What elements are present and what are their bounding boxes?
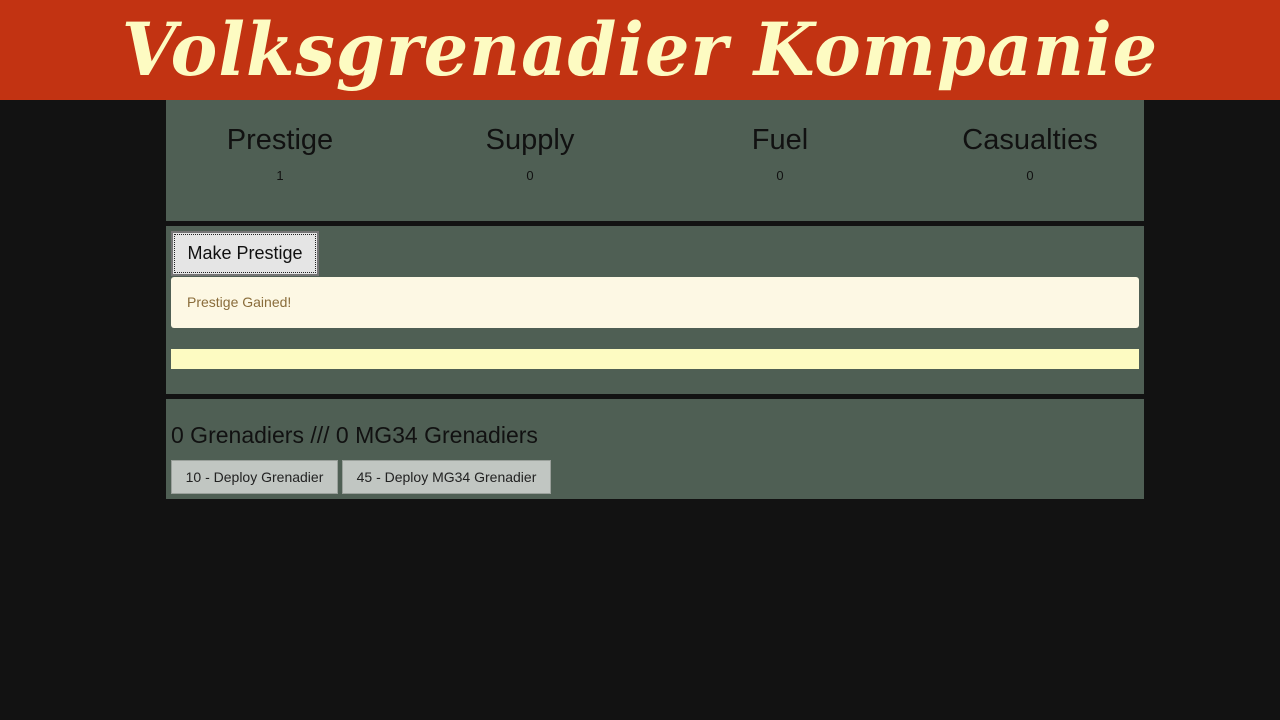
prestige-progress-fill <box>171 349 1139 369</box>
units-panel: 0 Grenadiers /// 0 MG34 Grenadiers 10 - … <box>166 399 1144 499</box>
prestige-alert: Prestige Gained! <box>171 277 1139 328</box>
actions-panel: Make Prestige Prestige Gained! <box>166 226 1144 394</box>
stat-casualties-value: 0 <box>1026 168 1034 183</box>
prestige-progress-bar <box>171 349 1139 369</box>
stat-prestige-label: Prestige <box>226 124 334 156</box>
stat-casualties: Casualties 0 <box>905 122 1155 183</box>
stat-supply: Supply 0 <box>405 122 655 183</box>
make-prestige-button[interactable]: Make Prestige <box>171 231 319 276</box>
app-title: Volksgrenadier Kompanie <box>121 5 1159 94</box>
stat-fuel: Fuel 0 <box>655 122 905 183</box>
deploy-grenadier-button[interactable]: 10 - Deploy Grenadier <box>171 460 338 494</box>
resource-stats-panel: Prestige 1 Supply 0 Fuel 0 Casualties 0 <box>166 100 1144 221</box>
stat-fuel-value: 0 <box>776 168 784 183</box>
stat-prestige: Prestige 1 <box>155 122 405 183</box>
header-banner: Volksgrenadier Kompanie <box>0 0 1280 100</box>
stat-supply-label: Supply <box>485 124 575 156</box>
stat-fuel-label: Fuel <box>751 124 809 156</box>
stat-casualties-label: Casualties <box>962 124 1098 156</box>
stat-supply-value: 0 <box>526 168 534 183</box>
deploy-mg34-grenadier-button[interactable]: 45 - Deploy MG34 Grenadier <box>342 460 551 494</box>
units-summary: 0 Grenadiers /// 0 MG34 Grenadiers <box>171 422 538 448</box>
stat-prestige-value: 1 <box>276 168 284 183</box>
